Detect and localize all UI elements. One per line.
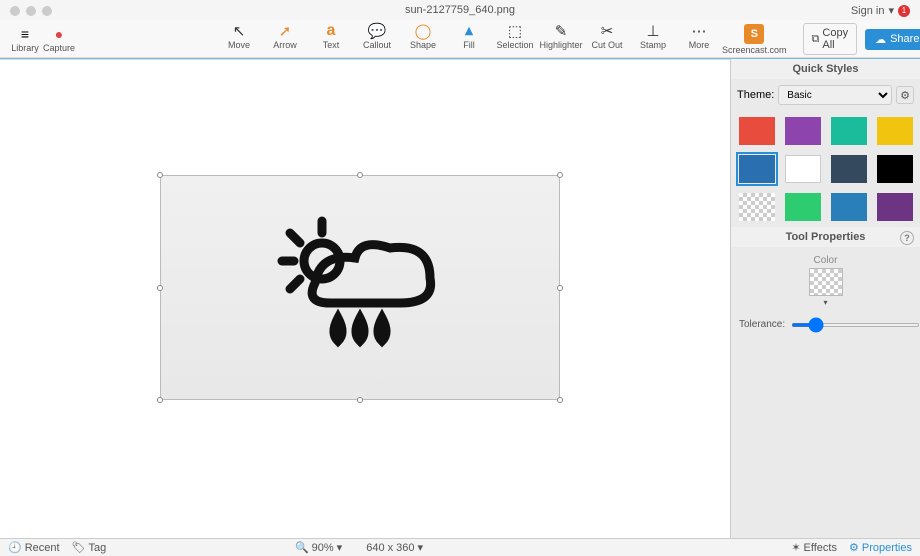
theme-select[interactable]: Basic [778,85,892,105]
effects-button[interactable]: ✶Effects [791,541,837,554]
cutout-icon: ✂ [601,22,614,40]
capture-label: Capture [43,43,75,53]
swatch-red[interactable] [739,117,775,145]
zoom-menu[interactable]: 🔍90%▾ [295,541,342,554]
canvas-area[interactable] [0,59,730,538]
tool-arrow[interactable]: ➚Arrow [262,22,308,56]
quick-styles-header: Quick Styles [731,59,920,79]
capture-button[interactable]: ● Capture [42,22,76,56]
more-icon: ⋯ [692,22,707,40]
notification-badge: 1 [898,5,910,17]
move-icon: ↖ [233,22,246,40]
swatch-selected-blue[interactable] [739,155,775,183]
swatch-darkgray[interactable] [831,155,867,183]
selection-handle[interactable] [157,172,163,178]
effects-icon: ✶ [791,541,800,554]
tag-icon: 🏷 [72,541,86,554]
text-icon: a [327,22,336,40]
swatch-violet[interactable] [877,193,913,221]
status-bar: 🕘Recent 🏷Tag 🔍90%▾ 640 x 360▾ [0,538,730,556]
sign-in-menu[interactable]: Sign in ▾ 1 [851,4,910,17]
screencast-logo-icon: S [744,24,764,44]
style-swatches [731,111,920,227]
chevron-down-icon: ▾ [888,4,894,17]
swatch-black[interactable] [877,155,913,183]
dimensions-menu[interactable]: 640 x 360▾ [366,541,423,554]
weather-icon [260,203,460,373]
help-icon[interactable]: ? [900,231,914,245]
swatch-purple[interactable] [785,117,821,145]
window-title: sun-2127759_640.png [0,0,920,20]
sign-in-label: Sign in [851,5,885,17]
tool-more[interactable]: ⋯More [676,22,722,56]
fill-icon [462,22,476,40]
selection-icon: ⬚ [508,22,522,40]
tool-text[interactable]: aText [308,22,354,56]
theme-settings-button[interactable]: ⚙ [896,86,914,104]
callout-icon: 💬 [368,22,387,40]
tool-stamp[interactable]: ⊥Stamp [630,22,676,56]
capture-icon: ● [55,25,63,43]
toolbar: ≡ Library ● Capture ↖Move ➚Arrow aText 💬… [0,20,920,58]
window-traffic-lights[interactable] [10,6,52,16]
tool-fill[interactable]: Fill [446,22,492,56]
arrow-icon: ➚ [279,22,292,40]
tool-highlighter[interactable]: ✎Highlighter [538,22,584,56]
selection-handle[interactable] [557,397,563,403]
side-panel: Quick Styles Theme: Basic ⚙ Tool Propert… [730,59,920,538]
tool-properties-header: Tool Properties ? [731,227,920,247]
tolerance-slider[interactable] [791,323,920,327]
chevron-down-icon: ▾ [337,541,343,554]
tag-button[interactable]: 🏷Tag [72,541,107,554]
canvas-image[interactable] [160,175,560,400]
swatch-teal[interactable] [831,117,867,145]
color-picker[interactable] [809,268,843,296]
share-button[interactable]: ☁ Share [865,29,920,50]
screencast-button[interactable]: S Screencast.com [722,24,787,55]
tolerance-label: Tolerance: [739,319,785,330]
tool-callout[interactable]: 💬Callout [354,22,400,56]
swatch-transparent[interactable] [739,193,775,221]
selection-handle[interactable] [357,397,363,403]
clock-icon: 🕘 [8,541,22,554]
tool-shape[interactable]: ◯Shape [400,22,446,56]
screencast-label: Screencast.com [722,45,787,55]
theme-label: Theme: [737,89,774,101]
swatch-yellow[interactable] [877,117,913,145]
swatch-white[interactable] [785,155,821,183]
chevron-down-icon: ▾ [739,298,912,307]
highlighter-icon: ✎ [555,22,568,40]
selection-handle[interactable] [157,285,163,291]
gear-icon: ⚙ [849,541,859,554]
selection-handle[interactable] [157,397,163,403]
swatch-green[interactable] [785,193,821,221]
tool-cutout[interactable]: ✂Cut Out [584,22,630,56]
copy-all-button[interactable]: ⧉ Copy All [803,23,858,55]
stamp-icon: ⊥ [646,22,659,40]
color-label: Color [739,255,912,266]
side-status: ✶Effects ⚙Properties [730,538,920,556]
library-label: Library [11,43,39,53]
zoom-icon: 🔍 [295,541,309,554]
copy-icon: ⧉ [812,33,820,46]
library-icon: ≡ [21,25,29,43]
shape-icon: ◯ [415,22,432,40]
tool-selection[interactable]: ⬚Selection [492,22,538,56]
gear-icon: ⚙ [900,89,910,102]
selection-handle[interactable] [557,172,563,178]
library-button[interactable]: ≡ Library [8,22,42,56]
chevron-down-icon: ▾ [418,541,424,554]
share-icon: ☁ [875,33,886,46]
selection-handle[interactable] [357,172,363,178]
selection-handle[interactable] [557,285,563,291]
tool-move[interactable]: ↖Move [216,22,262,56]
recent-button[interactable]: 🕘Recent [8,541,60,554]
properties-button[interactable]: ⚙Properties [849,541,912,554]
swatch-blue[interactable] [831,193,867,221]
